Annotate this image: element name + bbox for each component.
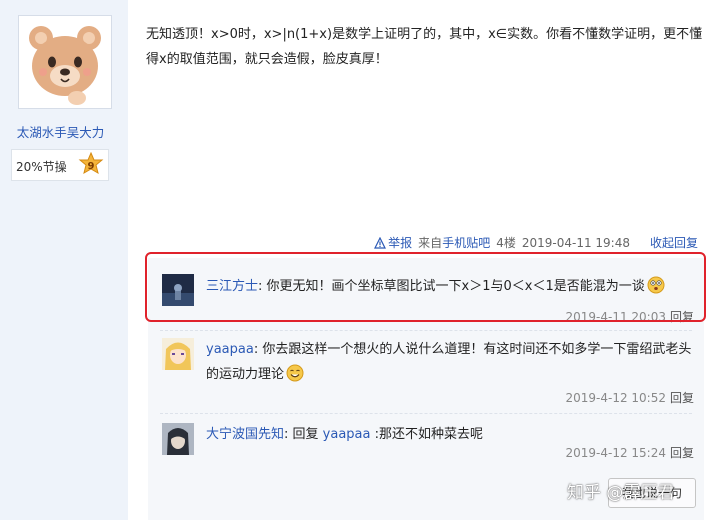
author-sidebar: 太湖水手吴大力 20%节操 9	[0, 0, 128, 520]
reply-text: yaapaa: 你去跟这样一个想火的人说什么道理！有这时间还不如多学一下雷绍武老…	[206, 342, 692, 382]
warning-icon	[374, 236, 387, 249]
post-content: 无知透顶！x>0时，x>|n(1+x)是数学上证明了的，其中，x∈实数。你看不懂…	[146, 27, 703, 67]
level-badge-icon: 9	[78, 152, 104, 175]
bear-avatar-icon	[21, 18, 109, 106]
author-avatar[interactable]	[18, 15, 112, 109]
reply-avatar[interactable]	[162, 338, 194, 370]
reply-message: :那还不如种菜去呢	[370, 427, 483, 442]
report-label: 举报	[388, 236, 413, 250]
reply-meta: 2019-4-12 10:52 回复	[565, 389, 694, 406]
reply-button[interactable]: 回复	[670, 446, 694, 460]
reply-username[interactable]: 大宁波国先知	[206, 427, 284, 442]
level-number: 9	[88, 161, 95, 172]
report-link[interactable]: 举报	[374, 234, 412, 251]
source-prefix: 来自	[418, 236, 443, 250]
score-box: 20%节操 9	[11, 149, 109, 181]
reply-avatar-image	[162, 423, 194, 455]
source-link[interactable]: 手机贴吧	[442, 234, 490, 251]
reply-item: 大宁波国先知: 回复 yaapaa :那还不如种菜去呢 2019-4-12 15…	[148, 414, 704, 470]
collapse-replies-link[interactable]: 收起回复	[650, 234, 698, 251]
reply-target-user[interactable]: yaapaa	[323, 427, 371, 442]
reply-prefix: 回复	[292, 427, 323, 442]
reply-time: 2019-4-12 10:52	[565, 391, 666, 405]
post-time: 2019-04-11 19:48	[521, 235, 630, 250]
reply-item: yaapaa: 你去跟这样一个想火的人说什么道理！有这时间还不如多学一下雷绍武老…	[148, 331, 704, 413]
score-text: 20%节操	[16, 160, 67, 174]
post-tail: 举报 来自 手机贴吧 4楼 2019-04-11 19:48 收起回复	[374, 234, 698, 251]
highlight-box	[145, 252, 706, 322]
floor-number: 4楼	[496, 236, 516, 250]
reply-message: 你去跟这样一个想火的人说什么道理！有这时间还不如多学一下雷绍武老头的运动力理论	[206, 342, 692, 382]
author-name[interactable]: 太湖水手吴大力	[0, 122, 121, 141]
reply-username[interactable]: yaapaa	[206, 342, 254, 357]
reply-button[interactable]: 回复	[670, 391, 694, 405]
smile-emoji-icon	[286, 364, 304, 382]
watermark: 知乎 @霹压君	[567, 483, 675, 503]
reply-avatar[interactable]	[162, 423, 194, 455]
reply-time: 2019-4-12 15:24	[565, 446, 666, 460]
reply-avatar-image	[162, 338, 194, 370]
reply-meta: 2019-4-12 15:24 回复	[565, 444, 694, 461]
